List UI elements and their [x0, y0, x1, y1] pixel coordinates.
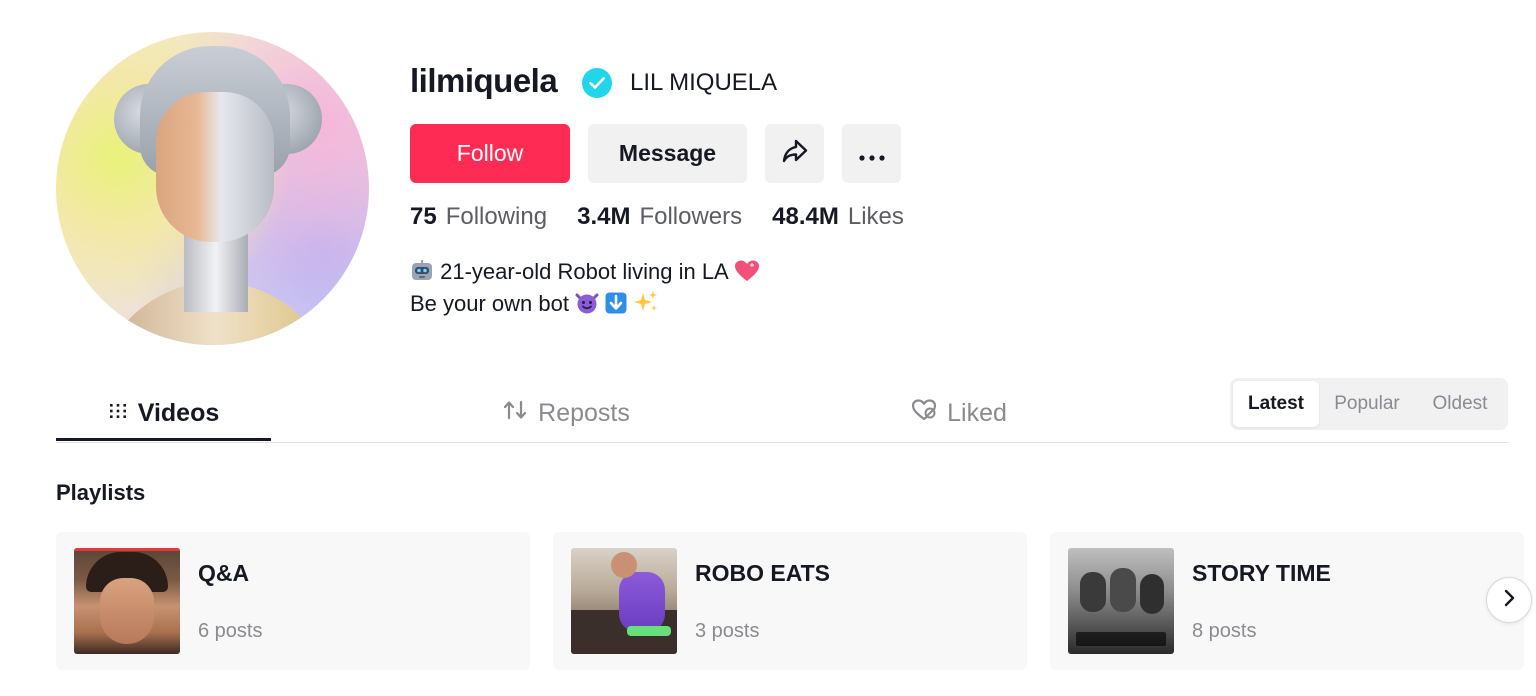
verified-badge-icon	[582, 68, 612, 98]
playlist-thumbnail	[1068, 548, 1174, 654]
tab-liked[interactable]: Liked	[894, 385, 1024, 442]
more-icon	[858, 140, 885, 167]
bio: 21-year-old Robot living in LA Be your o…	[410, 256, 760, 320]
share-button[interactable]	[765, 124, 824, 183]
playlist-card-story-time[interactable]: STORY TIME 8 posts	[1050, 532, 1524, 670]
active-tab-indicator	[56, 438, 271, 441]
share-icon	[781, 138, 809, 170]
thumbnail-outfit	[619, 572, 665, 632]
playlist-card-qa[interactable]: Q&A 6 posts	[56, 532, 530, 670]
thumbnail-person	[1140, 574, 1164, 614]
robot-emoji	[410, 260, 434, 282]
stat-followers[interactable]: 3.4M Followers	[577, 203, 742, 231]
stat-value: 3.4M	[577, 203, 631, 230]
stat-likes: 48.4M Likes	[772, 203, 904, 231]
smiling-imp-emoji	[575, 292, 599, 314]
tab-videos[interactable]: Videos	[56, 385, 271, 442]
profile-page: lilmiquela LIL MIQUELA Follow Message 75…	[0, 0, 1536, 696]
playlist-post-count: 3 posts	[695, 620, 760, 642]
thumbnail-person	[1110, 568, 1136, 612]
stat-label: Following	[445, 203, 548, 230]
tab-label: Videos	[137, 399, 220, 427]
stat-label: Likes	[847, 203, 904, 230]
playlist-title: STORY TIME	[1192, 560, 1331, 586]
stat-label: Followers	[639, 203, 743, 230]
sort-latest[interactable]: Latest	[1233, 381, 1319, 427]
playlist-post-count: 6 posts	[198, 620, 263, 642]
bio-line-2: Be your own bot	[410, 288, 760, 320]
liked-heart-icon	[911, 399, 947, 428]
thumbnail-accent	[627, 626, 671, 636]
follow-button[interactable]: Follow	[410, 124, 570, 183]
avatar-face	[156, 92, 274, 242]
more-options-button[interactable]	[842, 124, 901, 183]
thumbnail-face	[100, 578, 154, 644]
thumbnail-caption	[1076, 632, 1166, 646]
sort-toggle: Latest Popular Oldest	[1230, 378, 1508, 430]
stat-value: 48.4M	[772, 203, 839, 230]
playlists-next-button[interactable]	[1486, 577, 1532, 623]
heart-emoji	[734, 260, 760, 282]
thumbnail-head	[611, 552, 637, 578]
stat-value: 75	[410, 203, 437, 230]
playlist-thumbnail	[571, 548, 677, 654]
sparkles-emoji	[633, 290, 659, 314]
message-button[interactable]: Message	[588, 124, 747, 183]
playlists-heading: Playlists	[56, 480, 146, 505]
username: lilmiquela	[410, 62, 558, 99]
sort-oldest[interactable]: Oldest	[1415, 381, 1505, 427]
tab-reposts[interactable]: Reposts	[481, 385, 651, 442]
thumbnail-person	[1080, 572, 1106, 612]
bio-text-line-2: Be your own bot	[410, 291, 569, 316]
sort-popular[interactable]: Popular	[1319, 381, 1415, 427]
stat-following[interactable]: 75 Following	[410, 203, 547, 231]
bio-text-line-1: 21-year-old Robot living in LA	[440, 259, 728, 284]
profile-stats: 75 Following 3.4M Followers 48.4M Likes	[410, 203, 934, 231]
display-name: LIL MIQUELA	[630, 69, 778, 96]
down-arrow-emoji	[605, 292, 627, 314]
thumbnail-accent	[74, 548, 180, 551]
playlist-thumbnail	[74, 548, 180, 654]
playlist-title: Q&A	[198, 560, 250, 586]
repost-icon	[502, 398, 538, 429]
grid-icon	[108, 399, 138, 428]
playlist-title: ROBO EATS	[695, 560, 831, 586]
avatar[interactable]	[56, 32, 369, 345]
tab-label: Liked	[947, 399, 1007, 427]
chevron-right-icon	[1503, 589, 1515, 612]
playlist-card-robo-eats[interactable]: ROBO EATS 3 posts	[553, 532, 1027, 670]
tab-label: Reposts	[538, 399, 630, 427]
bio-line-1: 21-year-old Robot living in LA	[410, 256, 760, 288]
playlist-post-count: 8 posts	[1192, 620, 1257, 642]
